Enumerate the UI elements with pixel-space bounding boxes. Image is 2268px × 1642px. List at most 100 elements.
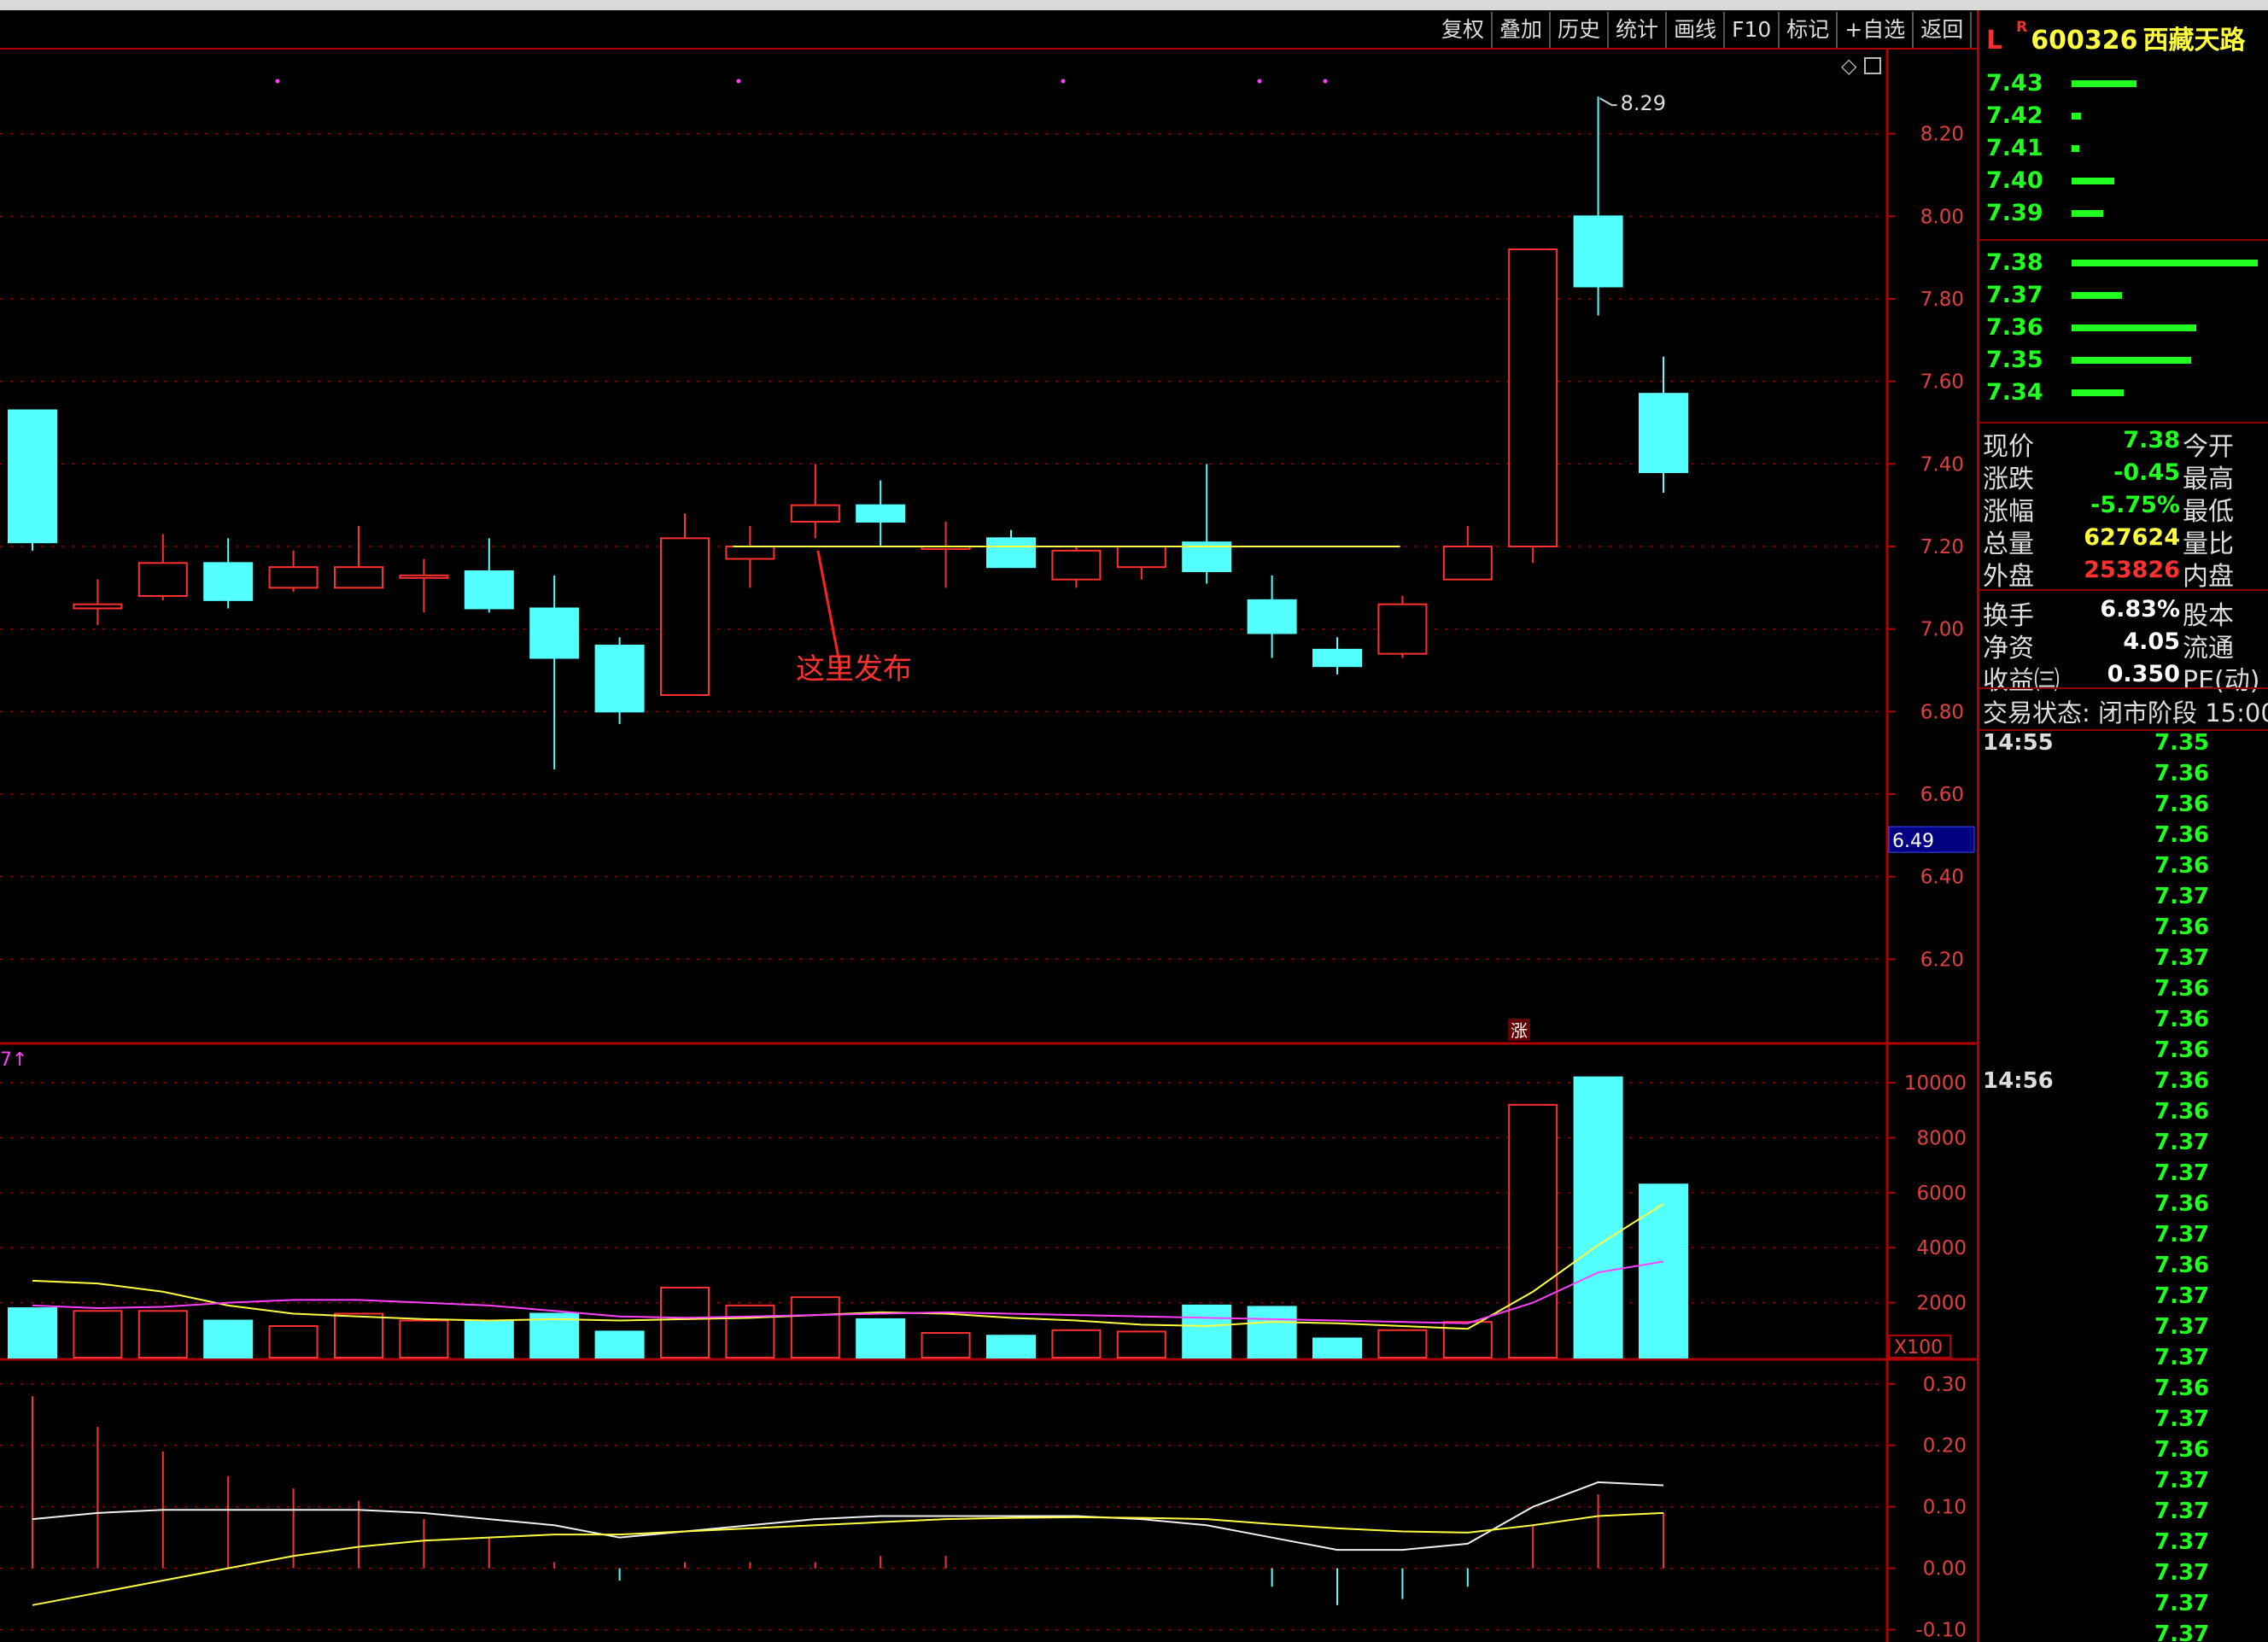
tick-row: 7.36: [1979, 853, 2268, 884]
bid-row[interactable]: 7.35: [1979, 345, 2268, 377]
ask-row[interactable]: 7.39: [1979, 198, 2268, 231]
bid-volume-bar: [2072, 260, 2258, 266]
flag-r: R: [2016, 19, 2028, 36]
tick-price: 7.37: [2154, 1499, 2210, 1524]
bid-row[interactable]: 7.34: [1979, 377, 2268, 410]
price-tick-label: 7.80: [1920, 289, 1964, 311]
tick-price: 7.35: [2154, 730, 2210, 756]
tick-price: 7.37: [2154, 884, 2210, 909]
tick-price: 7.36: [2154, 1037, 2210, 1063]
volume-indicator-label: 7↑: [0, 1049, 27, 1071]
toolbar-button-6[interactable]: 标记: [1780, 12, 1838, 48]
tick-price: 7.37: [2154, 1283, 2210, 1309]
ask-price: 7.41: [1986, 135, 2043, 161]
ask-row[interactable]: 7.43: [1979, 68, 2268, 101]
macd-tick-label: 0.20: [1923, 1435, 1967, 1458]
toolbar-button-3[interactable]: 统计: [1609, 12, 1668, 48]
tick-row: 7.36: [1979, 1037, 2268, 1068]
ask-volume-bar: [2072, 80, 2137, 87]
toolbar-button-8[interactable]: 返回: [1914, 12, 1973, 48]
volume-bar: [334, 1312, 383, 1359]
tick-price: 7.36: [2154, 1191, 2210, 1217]
tick-price: 7.37: [2154, 1529, 2210, 1555]
tick-price: 7.37: [2154, 1406, 2210, 1432]
limit-marker: 涨: [1511, 1020, 1528, 1041]
quote-row: 现价 7.38 今开: [1979, 425, 2268, 462]
toolbar-button-2[interactable]: 历史: [1551, 12, 1610, 48]
quote-row: 涨跌 -0.45 最高: [1979, 458, 2268, 494]
tick-row: 7.37: [1979, 1314, 2268, 1345]
toolbar-button-5[interactable]: F10: [1725, 12, 1780, 48]
bid-row[interactable]: 7.36: [1979, 313, 2268, 345]
tick-row: 7.37: [1979, 1160, 2268, 1191]
quote-value: 6.83%: [2100, 596, 2180, 622]
toolbar-button-4[interactable]: 画线: [1667, 12, 1726, 48]
macd-dea-line: [32, 1511, 1664, 1606]
price-tick-label: 7.20: [1920, 536, 1964, 558]
volume-tick-label: 2000: [1916, 1293, 1967, 1315]
price-tick-label: 7.40: [1920, 453, 1964, 476]
toolbar-button-0[interactable]: 复权: [1435, 12, 1493, 48]
bid-volume-bar: [2072, 357, 2191, 364]
candle-body: [856, 504, 906, 523]
chart-toolbar: 复权 叠加 历史 统计 画线 F10 标记 +自选 返回: [1435, 12, 1973, 50]
candle-body: [399, 574, 449, 579]
tick-row: 7.36: [1979, 1253, 2268, 1283]
price-tick-label: 7.60: [1920, 371, 1964, 394]
volume-bar: [1051, 1329, 1102, 1359]
volume-bar: [268, 1324, 319, 1359]
quote-right-label: PE(动): [2183, 666, 2260, 696]
tick-row: 7.36: [1979, 1376, 2268, 1406]
volume-ma-magenta: [32, 1260, 1664, 1324]
price-tick-label: 8.20: [1920, 124, 1964, 146]
volume-bar: [856, 1318, 906, 1359]
bid-row[interactable]: 7.38: [1979, 248, 2268, 280]
volume-bar: [1573, 1076, 1623, 1359]
tick-price: 7.36: [2154, 1437, 2210, 1463]
candle-body: [464, 570, 514, 610]
tick-price: 7.36: [2154, 761, 2210, 786]
tick-row: 14:55 7.35: [1979, 730, 2268, 761]
volume-bar: [921, 1332, 971, 1359]
tick-row: 7.36: [1979, 792, 2268, 822]
ask-volume-bar: [2072, 113, 2081, 120]
quote-panel: L R 600326 西藏天路 7.43 7.42 7.41 7.40 7.39 7.38 7.3…: [1977, 10, 2268, 1642]
volume-bar: [594, 1330, 645, 1359]
kline-chart[interactable]: 8.20 8.00 7.80 7.60 7.40 7.20 7.00 6.80 6.60 6.40…: [0, 0, 1977, 1642]
bid-volume-bar: [2072, 389, 2125, 396]
toolbar-button-1[interactable]: 叠加: [1493, 12, 1552, 48]
stock-header[interactable]: L R 600326 西藏天路: [1986, 19, 2245, 56]
event-dot: [1323, 79, 1328, 84]
volume-tick-label: 10000: [1904, 1072, 1967, 1095]
macd-dif-line: [32, 1481, 1664, 1551]
tick-row: 7.37: [1979, 1529, 2268, 1560]
bid-row[interactable]: 7.37: [1979, 280, 2268, 313]
ask-row[interactable]: 7.42: [1979, 101, 2268, 133]
volume-bar: [203, 1319, 254, 1359]
tick-price: 7.37: [2154, 1345, 2210, 1370]
tick-row: 7.36: [1979, 914, 2268, 945]
quote-row: 涨幅 -5.75% 最低: [1979, 490, 2268, 527]
tick-row: 7.37: [1979, 1283, 2268, 1314]
ask-row[interactable]: 7.41: [1979, 133, 2268, 166]
tick-row: 7.36: [1979, 976, 2268, 1007]
tick-row: 7.37: [1979, 1468, 2268, 1499]
tick-row: 7.36: [1979, 822, 2268, 853]
tick-price: 7.36: [2154, 976, 2210, 1002]
quote-row: 净资 4.05 流通: [1979, 627, 2268, 663]
volume-bar: [1508, 1103, 1558, 1359]
tick-row: 14:56 7.36: [1979, 1068, 2268, 1099]
tick-price: 7.37: [2154, 1591, 2210, 1616]
ask-row[interactable]: 7.40: [1979, 166, 2268, 198]
ask-price: 7.43: [1986, 70, 2043, 96]
max-price-label: 8.29: [1621, 91, 1666, 115]
candle-body: [660, 537, 710, 696]
bid-price: 7.34: [1986, 379, 2043, 406]
volume-bar: [660, 1286, 710, 1359]
tick-row: 7.37: [1979, 1622, 2268, 1642]
tick-price: 7.36: [2154, 1068, 2210, 1094]
price-tick-label: 7.00: [1920, 619, 1964, 641]
toolbar-button-7[interactable]: +自选: [1838, 12, 1914, 48]
tick-price: 7.37: [2154, 1160, 2210, 1186]
event-dot: [1061, 79, 1066, 84]
